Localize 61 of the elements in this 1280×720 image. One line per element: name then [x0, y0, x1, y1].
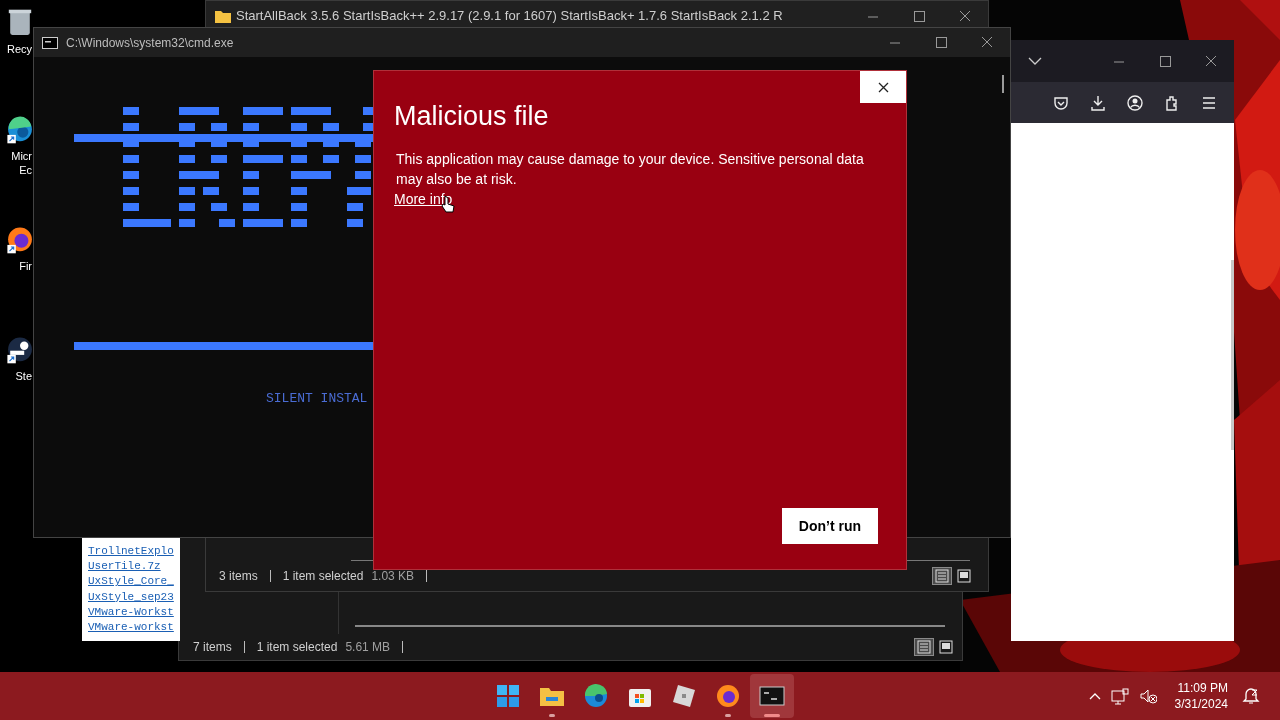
- recycle-bin-icon[interactable]: [6, 8, 34, 38]
- maximize-icon[interactable]: [934, 36, 948, 49]
- file-link[interactable]: TrollnetExplo: [88, 544, 180, 560]
- scrollbar-thumb[interactable]: [1002, 75, 1004, 93]
- selection-text: 1 item selected: [282, 568, 364, 585]
- dont-run-button[interactable]: Don’t run: [781, 508, 878, 544]
- tiles-view-icon: [957, 569, 971, 583]
- console-text: SILENT INSTAL: [266, 390, 368, 408]
- console-icon: [42, 36, 58, 49]
- file-link[interactable]: VMware-Workst: [88, 604, 180, 620]
- close-icon[interactable]: [1204, 54, 1218, 68]
- file-link[interactable]: UxStyle_Core_: [88, 574, 180, 590]
- maximize-icon[interactable]: [1158, 54, 1172, 68]
- close-icon[interactable]: [958, 9, 972, 23]
- window-title: StartAllBack 3.5.6 StartIsBack++ 2.9.17 (2.9.1 for 1607) StartIsBack+ 1.7.6 StartIsBack 2.1.2 R: [236, 7, 784, 26]
- puzzle-icon[interactable]: [1164, 94, 1180, 111]
- start-button[interactable]: [495, 683, 521, 709]
- pocket-icon[interactable]: [1053, 94, 1069, 111]
- clock-time[interactable]: 11:09 PM: [1177, 680, 1228, 696]
- scrollbar-thumb[interactable]: [1231, 260, 1234, 450]
- clock-date[interactable]: 3/31/2024: [1174, 696, 1228, 712]
- close-icon: [877, 81, 889, 93]
- network-icon[interactable]: [1110, 687, 1129, 705]
- icon-label: Ste: [15, 369, 32, 383]
- file-size: 5.61 MB: [345, 639, 391, 656]
- file-link[interactable]: UxStyle_sep23: [88, 589, 180, 605]
- console-icon[interactable]: [759, 683, 785, 709]
- file-size: 1.03 KB: [371, 568, 415, 585]
- firefox-icon[interactable]: [6, 225, 34, 255]
- muted-speaker-icon[interactable]: [1138, 688, 1157, 704]
- notification-bell-icon[interactable]: [1242, 687, 1260, 705]
- chevron-down-icon[interactable]: [1028, 56, 1042, 66]
- tiles-view-button[interactable]: [954, 567, 974, 585]
- steam-icon[interactable]: [6, 335, 34, 365]
- icon-label: Micr: [11, 149, 32, 163]
- dialog-title: Malicious file: [393, 100, 549, 133]
- tiles-view-icon: [939, 640, 953, 654]
- cube-icon[interactable]: [671, 683, 697, 709]
- edge-icon[interactable]: [6, 115, 34, 145]
- item-count: 7 items: [193, 639, 232, 656]
- file-link[interactable]: UserTile.7z: [88, 559, 180, 575]
- account-icon[interactable]: [1127, 94, 1143, 111]
- download-icon[interactable]: [1090, 94, 1106, 111]
- icon-label: Ec: [19, 163, 32, 177]
- file-link[interactable]: VMware-workst: [88, 620, 180, 636]
- icon-label: Fir: [19, 259, 32, 273]
- close-icon[interactable]: [980, 36, 994, 49]
- folder-icon: [214, 8, 232, 24]
- icon-label: Recy: [6, 42, 32, 56]
- window-title: C:\Windows\system32\cmd.exe: [66, 34, 235, 52]
- taskbar-button[interactable]: [750, 674, 794, 718]
- details-view-icon: [935, 569, 949, 583]
- details-view-icon: [917, 640, 931, 654]
- maximize-icon[interactable]: [912, 9, 926, 23]
- warning-message: This application may cause damage to your device. Sensitive personal data may also be at risk.: [395, 149, 865, 189]
- menu-icon[interactable]: [1201, 94, 1217, 111]
- selection-text: 1 item selected: [256, 639, 338, 656]
- item-count: 3 items: [219, 568, 258, 585]
- chevron-up-icon[interactable]: [1088, 691, 1101, 701]
- close-button[interactable]: [860, 71, 906, 103]
- tiles-view-button[interactable]: [936, 638, 956, 656]
